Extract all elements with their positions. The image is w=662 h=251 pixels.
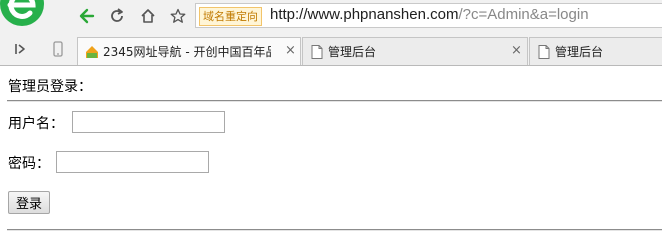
tab-close-button[interactable]: × [285,43,296,58]
browser-logo-icon[interactable] [0,0,50,34]
username-input[interactable] [72,111,225,133]
tab-close-button[interactable]: × [511,43,522,58]
star-icon [170,8,186,23]
redirect-badge[interactable]: 域名重定向 [199,7,262,26]
url-path: /?c=Admin&a=login [458,6,589,23]
page-icon [311,45,323,59]
url-domain: http://www.phpnanshen.com [270,6,459,23]
home-button[interactable] [136,4,160,28]
back-button[interactable] [75,4,99,28]
login-button[interactable]: 登录 [8,191,50,214]
divider [7,100,662,102]
page-icon [538,45,550,59]
tab-title: 管理后台 [328,45,377,59]
tab-title: 2345网址导航 - 开创中国百年品 [103,45,271,59]
page-title: 管理员登录： [8,79,92,95]
back-arrow-icon [79,8,95,24]
sidebar-toggle-button[interactable] [13,41,29,57]
sidebar-toggle-icon [15,44,25,54]
page-content: 管理员登录： 用户名： 密码： 登录 [0,66,662,251]
site-favicon-icon [86,46,98,58]
url-text[interactable]: http://www.phpnanshen.com/?c=Admin&a=log… [270,6,589,23]
password-label: 密码： [8,156,50,172]
tab-admin-1[interactable]: 管理后台 × [302,37,528,65]
address-bar[interactable]: 域名重定向 http://www.phpnanshen.com/?c=Admin… [195,3,662,28]
username-label: 用户名： [8,116,64,132]
phone-icon [53,41,63,57]
bookmark-button[interactable] [166,4,190,28]
refresh-icon [111,8,123,22]
browser-chrome: 域名重定向 http://www.phpnanshen.com/?c=Admin… [0,0,662,66]
tab-admin-2[interactable]: 管理后台 [529,37,662,65]
mobile-button[interactable] [50,41,66,57]
tab-bar: 2345网址导航 - 开创中国百年品 × 管理后台 × 管理后台 [0,33,662,66]
password-input[interactable] [56,151,209,173]
divider [7,229,662,231]
refresh-button[interactable] [105,4,129,28]
home-icon [141,9,155,23]
tab-title: 管理后台 [555,45,604,59]
tab-2345[interactable]: 2345网址导航 - 开创中国百年品 × [77,37,301,65]
browser-toolbar: 域名重定向 http://www.phpnanshen.com/?c=Admin… [0,0,662,33]
